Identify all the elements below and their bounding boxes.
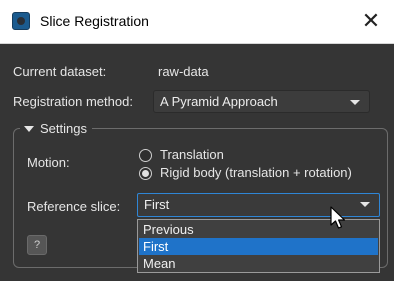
dropdown-option-mean[interactable]: Mean [139, 255, 378, 272]
registration-method-label: Registration method: [13, 94, 133, 109]
registration-method-value: A Pyramid Approach [160, 94, 278, 109]
app-icon [12, 12, 30, 30]
reference-slice-value: First [144, 197, 170, 212]
translation-label: Translation [160, 147, 224, 162]
help-button[interactable]: ? [27, 235, 47, 255]
settings-title: Settings [40, 121, 87, 136]
current-dataset-value: raw-data [158, 64, 209, 79]
dropdown-option-first[interactable]: First [139, 238, 378, 255]
current-dataset-label: Current dataset: [13, 64, 107, 79]
triangle-down-icon [24, 125, 34, 132]
chevron-down-icon [350, 100, 360, 105]
reference-slice-label: Reference slice: [27, 199, 121, 214]
settings-group-header[interactable]: Settings [20, 121, 92, 136]
mouse-pointer-icon [330, 206, 346, 229]
rigid-body-radio[interactable] [139, 167, 152, 180]
translation-radio[interactable] [139, 149, 152, 162]
rigid-body-label: Rigid body (translation + rotation) [160, 165, 352, 180]
title-bar: Slice Registration ✕ [0, 0, 394, 44]
chevron-down-icon [360, 202, 370, 207]
registration-method-select[interactable]: A Pyramid Approach [153, 90, 370, 113]
motion-label: Motion: [27, 155, 70, 170]
close-icon: ✕ [361, 9, 381, 34]
close-button[interactable]: ✕ [348, 0, 394, 43]
window-title: Slice Registration [40, 13, 149, 29]
